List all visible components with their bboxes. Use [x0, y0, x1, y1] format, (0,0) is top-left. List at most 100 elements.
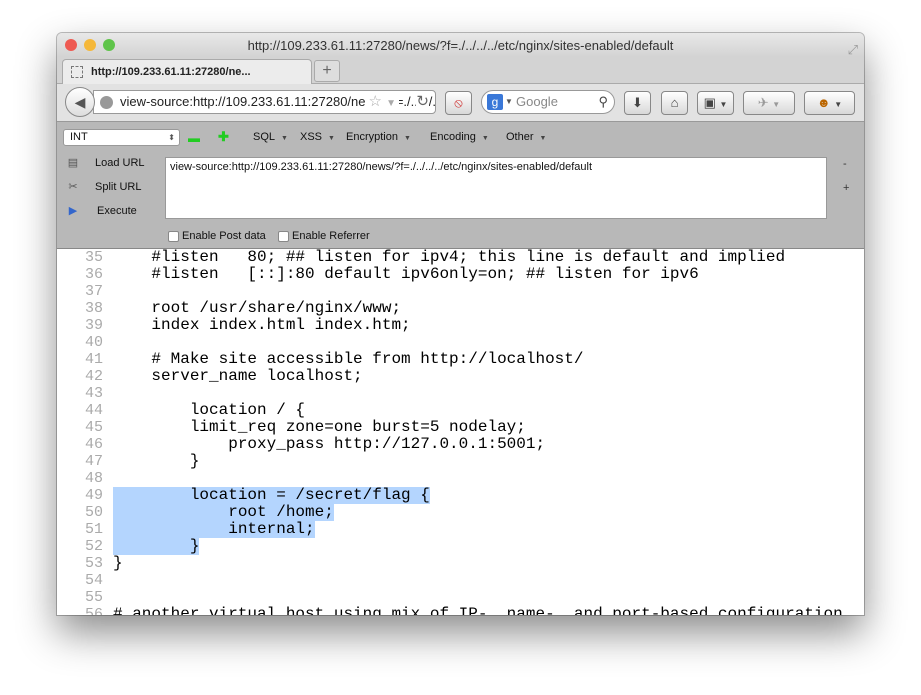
back-button[interactable]: ◀: [65, 87, 95, 117]
line-number: 45: [84, 419, 103, 436]
home-icon[interactable]: ⌂: [661, 91, 688, 115]
type-select[interactable]: INT ⬍: [63, 129, 180, 146]
line-text: # another virtual host using mix of IP-,…: [113, 605, 843, 616]
source-line: 53}: [57, 554, 843, 573]
execute-button[interactable]: ▶ Execute: [65, 204, 137, 217]
source-line: 56 # another virtual host using mix of IP…: [57, 605, 843, 616]
line-number: 50: [84, 504, 103, 521]
greasemonkey-icon[interactable]: ☻ ▼: [804, 91, 855, 115]
line-number: 48: [84, 470, 103, 487]
line-text: location / {: [113, 401, 306, 419]
expand-button[interactable]: +: [843, 182, 849, 194]
url-textarea[interactable]: view-source:http://109.233.61.11:27280/n…: [165, 157, 827, 219]
line-number: 56: [84, 606, 103, 615]
enable-post-checkbox[interactable]: Enable Post data: [168, 230, 266, 242]
noscript-icon[interactable]: ⦸: [445, 91, 472, 115]
source-line: 48: [57, 470, 843, 487]
url-bar[interactable]: view-source:http://109.233.61.11:27280/n…: [93, 90, 436, 114]
search-icon[interactable]: ⚲: [598, 91, 608, 113]
source-line: 36 #listen [::]:80 default ipv6only=on; …: [57, 266, 843, 284]
line-number: 47: [84, 453, 103, 470]
line-number: 44: [84, 402, 103, 419]
bookmarks-icon[interactable]: ▣ ▼: [697, 91, 734, 115]
split-url-button[interactable]: ✂ Split URL: [65, 180, 141, 193]
line-number: 39: [84, 317, 103, 334]
line-text: location = /secret/flag {: [113, 486, 430, 504]
page-source-view: 35 #listen 80; ## listen for ipv4; this …: [57, 249, 864, 615]
source-line: 46 proxy_pass http://127.0.0.1:5001;: [57, 435, 843, 454]
source-line: 38 root /usr/share/nginx/www;: [57, 299, 843, 318]
line-text: index index.html index.htm;: [113, 316, 411, 334]
source-line: 50 root /home;: [57, 504, 843, 521]
line-number: 42: [84, 368, 103, 385]
source-line: 42 server_name localhost;: [57, 367, 843, 386]
source-line: 40: [57, 334, 843, 351]
line-number: 40: [84, 334, 103, 351]
play-icon: ▶: [68, 205, 78, 217]
minimize-button[interactable]: [84, 39, 96, 51]
search-input[interactable]: g ▼ Google ⚲: [481, 90, 615, 114]
source-line: 43: [57, 385, 843, 402]
source-line: 49 location = /secret/flag {: [57, 487, 843, 504]
line-number: 55: [84, 589, 103, 606]
hackbar: INT ⬍ ▬ ✚ SQL ▼ XSS ▼ Encryption ▼ Encoding ▼…: [57, 122, 864, 249]
menu-encoding[interactable]: Encoding ▼: [430, 131, 489, 143]
close-button[interactable]: [65, 39, 77, 51]
source-line: 35 #listen 80; ## listen for ipv4; this …: [57, 249, 843, 266]
source-line: 45 limit_req zone=one burst=5 nodelay;: [57, 419, 843, 437]
bookmark-star-icon[interactable]: ☆ ▼: [365, 91, 399, 113]
menu-encryption[interactable]: Encryption ▼: [346, 131, 411, 143]
source-line: 52 }: [57, 538, 843, 555]
tab-active[interactable]: http://109.233.61.11:27280/ne...: [62, 59, 312, 84]
reload-icon[interactable]: ↻: [416, 91, 429, 113]
line-text: internal;: [113, 520, 315, 538]
line-number: 38: [84, 300, 103, 317]
addon-icon[interactable]: ✈ ▼: [743, 91, 795, 115]
menu-other[interactable]: Other ▼: [506, 131, 546, 143]
increase-icon[interactable]: ✚: [218, 129, 229, 145]
browser-window: http://109.233.61.11:27280/news/?f=./../…: [57, 33, 864, 615]
zoom-button[interactable]: [103, 39, 115, 51]
line-number: 51: [84, 521, 103, 538]
line-text: }: [113, 554, 123, 572]
line-text: # Make site accessible from http://local…: [113, 350, 584, 368]
line-number: 54: [84, 572, 103, 589]
new-tab-button[interactable]: +: [314, 60, 340, 82]
line-text: }: [113, 537, 200, 555]
line-number: 53: [84, 555, 103, 572]
line-number: 37: [84, 283, 103, 300]
scissors-icon: ✂: [68, 181, 78, 193]
line-text: proxy_pass http://127.0.0.1:5001;: [113, 435, 546, 453]
load-icon: ▤: [67, 157, 79, 169]
menu-xss[interactable]: XSS ▼: [300, 131, 335, 143]
search-placeholder: Google: [516, 94, 558, 109]
line-text: root /usr/share/nginx/www;: [113, 299, 402, 317]
source-line: 54: [57, 572, 843, 589]
source-line: 41 # Make site accessible from http://lo…: [57, 350, 843, 369]
source-code: 35 #listen 80; ## listen for ipv4; this …: [57, 249, 843, 615]
source-line: 37: [57, 283, 843, 300]
select-value: INT: [70, 131, 88, 143]
source-line: 51 internal;: [57, 521, 843, 538]
menu-sql[interactable]: SQL ▼: [253, 131, 288, 143]
source-line: 44 location / {: [57, 401, 843, 420]
source-line: 39 index index.html index.htm;: [57, 316, 843, 335]
line-text: }: [113, 452, 200, 470]
line-number: 52: [84, 538, 103, 555]
nav-bar: view-source:http://109.233.61.11:27280/n…: [57, 84, 864, 122]
window-title: http://109.233.61.11:27280/news/?f=./../…: [247, 38, 674, 53]
title-bar: http://109.233.61.11:27280/news/?f=./../…: [57, 33, 864, 57]
source-line: 47 }: [57, 452, 843, 471]
decrease-icon[interactable]: ▬: [188, 131, 200, 145]
globe-icon: [100, 96, 113, 109]
google-icon[interactable]: g: [487, 94, 503, 110]
line-number: 41: [84, 351, 103, 368]
load-url-button[interactable]: ▤ Load URL: [65, 156, 145, 169]
line-text: server_name localhost;: [113, 367, 363, 385]
enable-referrer-checkbox[interactable]: Enable Referrer: [278, 230, 370, 242]
line-number: 35: [84, 249, 103, 266]
download-icon[interactable]: ⬇: [624, 91, 651, 115]
source-line: 55: [57, 589, 843, 606]
shrink-button[interactable]: -: [843, 158, 847, 170]
line-text: root /home;: [113, 503, 334, 521]
